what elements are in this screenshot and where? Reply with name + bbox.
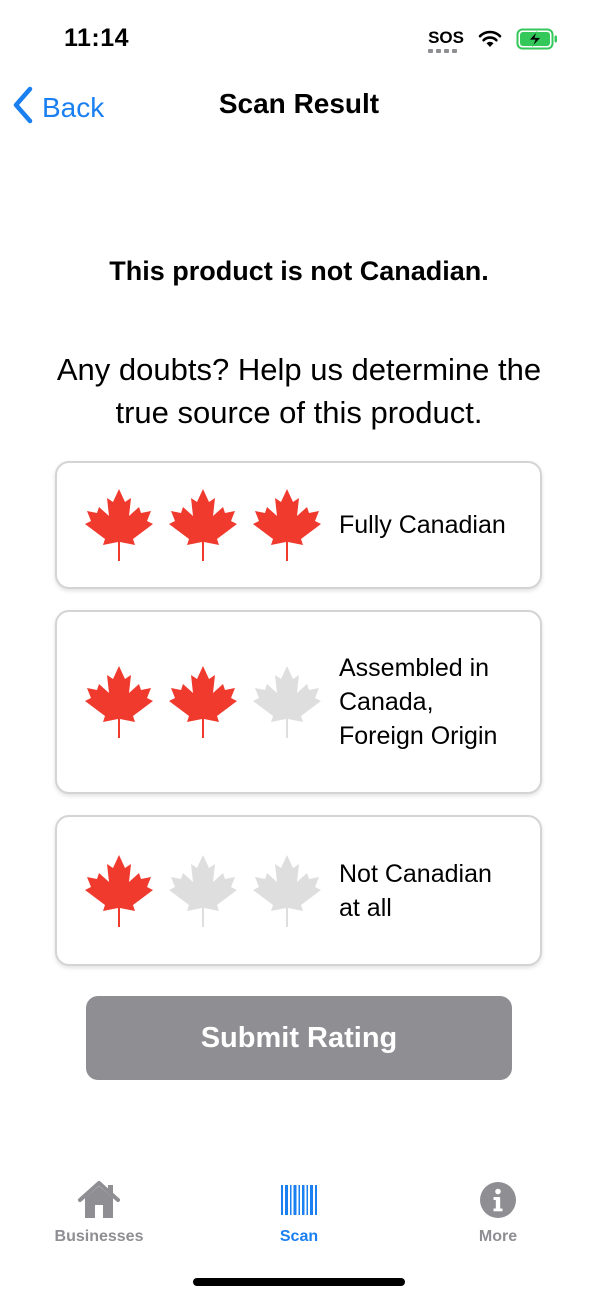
maple-leaf-icon-filled — [83, 487, 155, 563]
status-time: 11:14 — [64, 24, 130, 52]
sos-indicator: SOS — [428, 29, 464, 53]
navigation-bar: Back Scan Result — [0, 80, 598, 132]
maple-leaf-icon-empty — [167, 853, 239, 929]
status-bar: 11:14 SOS — [0, 0, 598, 80]
maple-leaf-icon-filled — [83, 853, 155, 929]
tab-scan[interactable]: Scan — [239, 1180, 359, 1246]
rating-option-not-canadian[interactable]: Not Canadian at all — [55, 815, 542, 966]
info-icon — [438, 1180, 558, 1220]
tab-label: Businesses — [54, 1228, 144, 1245]
status-indicators: SOS — [428, 26, 558, 56]
rating-option-label: Not Canadian at all — [339, 859, 492, 922]
home-indicator — [193, 1278, 405, 1286]
tab-more[interactable]: More — [438, 1180, 558, 1246]
tab-label: Scan — [279, 1228, 319, 1245]
maple-leaf-rating — [83, 853, 323, 929]
maple-leaf-icon-empty — [251, 853, 323, 929]
barcode-icon — [239, 1180, 359, 1220]
rating-option-fully-canadian[interactable]: Fully Canadian — [55, 461, 542, 589]
rating-option-label: Fully Canadian — [339, 511, 506, 539]
tab-label: More — [478, 1228, 518, 1245]
tab-bar: Businesses Scan More — [0, 1170, 598, 1260]
house-icon — [39, 1180, 159, 1220]
result-headline: This product is not Canadian. — [109, 256, 489, 286]
maple-leaf-icon-filled — [167, 487, 239, 563]
scan-result-screen: 11:14 SOS Back Scan Result This product … — [0, 0, 598, 1300]
rating-prompt: Any doubts? Help us determine the true s… — [56, 352, 542, 430]
rating-option-assembled-in-canada[interactable]: Assembled in Canada, Foreign Origin — [55, 610, 542, 794]
wifi-icon — [478, 30, 502, 53]
battery-charging-icon — [516, 28, 558, 55]
page-title: Scan Result — [218, 88, 380, 119]
maple-leaf-icon-filled — [251, 487, 323, 563]
rating-option-label: Assembled in Canada, Foreign Origin — [339, 654, 498, 750]
submit-rating-button[interactable]: Submit Rating — [86, 996, 512, 1080]
maple-leaf-rating — [83, 487, 323, 563]
sos-signal-dots — [428, 49, 464, 53]
tab-businesses[interactable]: Businesses — [39, 1180, 159, 1246]
maple-leaf-icon-empty — [251, 664, 323, 740]
maple-leaf-rating — [83, 664, 323, 740]
maple-leaf-icon-filled — [83, 664, 155, 740]
maple-leaf-icon-filled — [167, 664, 239, 740]
sos-label: SOS — [428, 28, 464, 47]
